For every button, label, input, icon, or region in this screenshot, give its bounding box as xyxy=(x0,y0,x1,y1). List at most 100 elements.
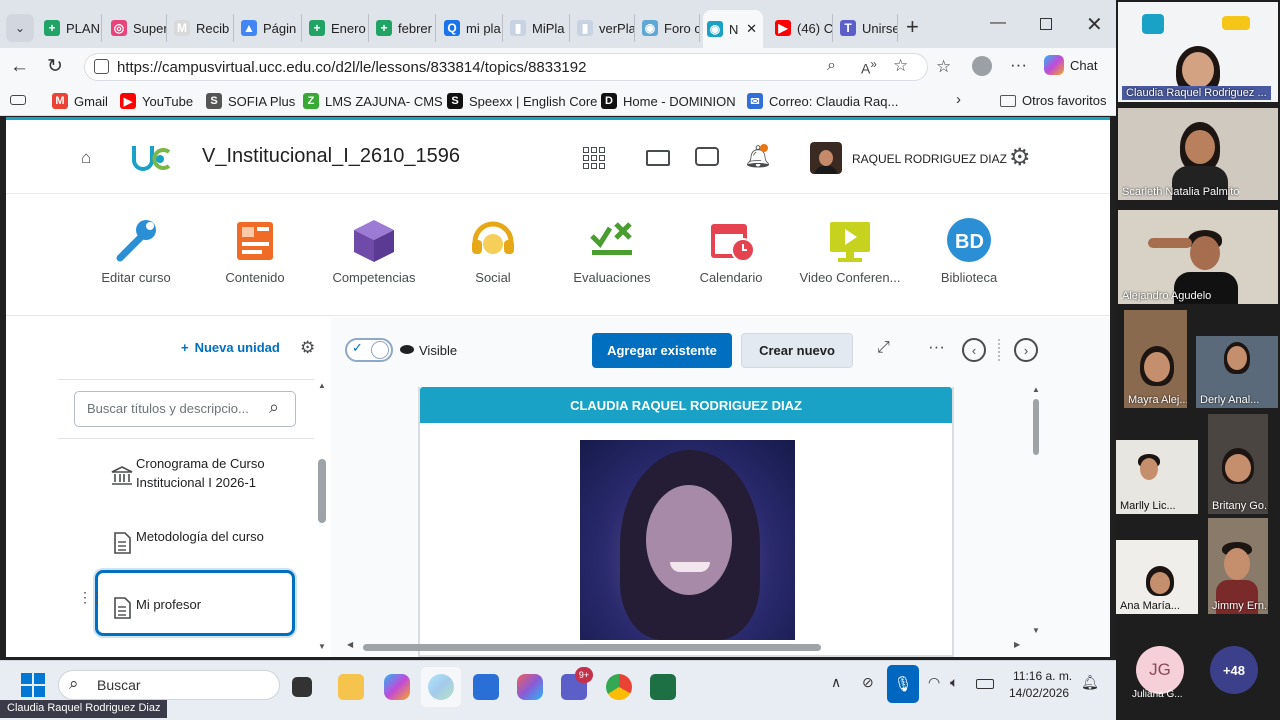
participant-initials-avatar[interactable]: JG xyxy=(1136,646,1184,694)
scroll-down-arrow[interactable]: ▼ xyxy=(318,642,326,651)
bookmark-item[interactable]: D Home - DOMINION xyxy=(601,93,736,109)
browser-tab[interactable]: ▮ verPla xyxy=(573,14,635,42)
user-name[interactable]: RAQUEL RODRIGUEZ DIAZ xyxy=(852,152,1007,166)
scroll-up-arrow[interactable]: ▲ xyxy=(318,381,326,390)
more-menu-icon[interactable]: ··· xyxy=(1010,55,1027,75)
browser-tab[interactable]: Qmi pla xyxy=(440,14,503,42)
site-info-icon[interactable] xyxy=(94,59,109,74)
h-scroll-right[interactable]: ▶ xyxy=(1014,640,1020,649)
browser-tab[interactable]: + PLAN xyxy=(40,14,102,42)
ucc-logo[interactable] xyxy=(131,142,171,176)
fullscreen-icon[interactable]: ⤢ xyxy=(877,339,890,357)
participant-tile[interactable]: Mayra Alej... xyxy=(1124,310,1187,408)
wifi-icon[interactable]: ◠ xyxy=(928,674,940,691)
add-existing-button[interactable]: Agregar existente xyxy=(592,333,732,368)
notification-center-icon[interactable]: 🔔︎ xyxy=(1081,674,1099,691)
tab-list-button[interactable]: ⌄ xyxy=(6,14,34,42)
mail-icon[interactable] xyxy=(646,150,670,166)
bookmark-item[interactable]: M Gmail xyxy=(52,93,108,109)
back-icon[interactable]: ← xyxy=(10,56,29,78)
volume-icon[interactable]: 🔈︎ xyxy=(950,674,958,691)
browser-tab[interactable]: + febrer xyxy=(372,14,436,42)
reload-icon[interactable]: ↻ xyxy=(47,55,63,78)
taskbar-search[interactable]: ⌕ Buscar xyxy=(58,670,280,700)
location-off-icon[interactable]: ⊘ xyxy=(862,674,874,691)
browser-tab[interactable]: ◉ Foro c xyxy=(638,14,700,42)
participant-tile[interactable]: Britany Go... xyxy=(1208,414,1268,514)
content-scroll-up[interactable]: ▲ xyxy=(1032,385,1040,394)
previous-topic-button[interactable]: ‹ xyxy=(962,338,986,362)
other-favorites[interactable]: Otros favoritos xyxy=(1000,93,1107,108)
drag-handle-icon[interactable]: ⋮⋮ xyxy=(78,589,104,606)
nav-item[interactable]: Video Conferen... xyxy=(790,214,910,285)
home-icon[interactable]: ⌂ xyxy=(81,148,91,168)
participant-tile[interactable]: Claudia Raquel Rodriguez ... xyxy=(1118,2,1278,102)
task-view-icon[interactable] xyxy=(292,677,312,697)
bookmark-item[interactable]: S SOFIA Plus xyxy=(206,93,295,109)
restore-button[interactable] xyxy=(1040,18,1052,30)
participant-tile[interactable]: Ana María... xyxy=(1116,540,1198,614)
content-scroll-down[interactable]: ▼ xyxy=(1032,626,1040,635)
copilot-app-icon[interactable] xyxy=(384,674,410,700)
content-scrollbar[interactable] xyxy=(1033,399,1039,455)
close-window-button[interactable]: ✕ xyxy=(1086,12,1103,37)
copilot-chat-button[interactable]: Chat xyxy=(1044,55,1097,75)
clock-time[interactable]: 11:16 a. m. xyxy=(1013,669,1072,683)
nav-item[interactable]: BD Biblioteca xyxy=(909,214,1029,285)
user-avatar[interactable] xyxy=(810,142,842,174)
browser-tab[interactable]: T Unirse xyxy=(836,14,898,42)
messages-icon[interactable] xyxy=(695,147,719,166)
minimize-button[interactable]: — xyxy=(990,14,1006,32)
browser-tab[interactable]: ◉ N ✕ xyxy=(703,10,763,48)
nav-item[interactable]: Calendario xyxy=(671,214,791,285)
participant-tile[interactable]: Jimmy Ern... xyxy=(1208,518,1268,614)
new-tab-button[interactable]: + xyxy=(906,14,919,40)
bookmark-item[interactable]: Z LMS ZAJUNA- CMS xyxy=(303,93,443,109)
browser-tab[interactable]: ▶ (46) C xyxy=(771,14,833,42)
participant-tile[interactable]: Derly Anal... xyxy=(1196,336,1278,408)
chrome-icon[interactable] xyxy=(606,674,632,700)
participant-tile[interactable]: Marlly Lic... xyxy=(1116,440,1198,514)
microphone-icon[interactable]: 🎙︎ xyxy=(887,665,919,703)
close-tab-icon[interactable]: ✕ xyxy=(746,21,757,37)
excel-icon[interactable] xyxy=(650,674,676,700)
file-explorer-icon[interactable] xyxy=(338,674,364,700)
windows-start-icon[interactable] xyxy=(21,673,45,697)
nav-item[interactable]: Evaluaciones xyxy=(552,214,672,285)
m365-icon[interactable] xyxy=(517,674,543,700)
toc-item[interactable]: Cronograma de Curso Institucional I 2026-… xyxy=(136,454,265,492)
sidebar-scrollbar[interactable] xyxy=(318,459,326,523)
profile-avatar[interactable] xyxy=(972,56,992,76)
h-scroll-left[interactable]: ◀ xyxy=(347,640,353,649)
search-input[interactable]: Buscar títulos y descripcio... xyxy=(74,391,296,427)
browser-tab[interactable]: M Recib xyxy=(170,14,234,42)
new-unit-button[interactable]: + Nueva unidad xyxy=(181,340,280,355)
zoom-icon[interactable]: ⌕ xyxy=(827,57,836,75)
participant-tile[interactable]: Scarleth Natalia Palmito xyxy=(1118,108,1278,200)
nav-item[interactable]: Contenido xyxy=(195,214,315,285)
settings-gear-icon[interactable]: ⚙ xyxy=(1009,143,1031,172)
create-new-button[interactable]: Crear nuevo xyxy=(741,333,853,368)
bookmark-item[interactable]: ✉ Correo: Claudia Raq... xyxy=(747,93,898,109)
more-options-icon[interactable]: ··· xyxy=(928,337,945,357)
favorites-icon[interactable]: ☆ xyxy=(936,57,951,77)
nav-item[interactable]: Social xyxy=(433,214,553,285)
toc-item[interactable]: Mi profesor xyxy=(136,595,201,614)
bookmark-item[interactable]: ▶ YouTube xyxy=(120,93,193,109)
participant-tile[interactable]: Alejandro Agudelo xyxy=(1118,210,1278,304)
read-aloud-icon[interactable]: A» xyxy=(861,58,877,77)
nav-item[interactable]: Editar curso xyxy=(76,214,196,285)
course-selector-icon[interactable] xyxy=(583,147,605,169)
horizontal-scrollbar[interactable] xyxy=(363,644,821,651)
bookmark-item[interactable]: S Speexx | English Core xyxy=(447,93,597,109)
nav-item[interactable]: Competencias xyxy=(314,214,434,285)
browser-tab[interactable]: ▲ Págin xyxy=(237,14,302,42)
browser-tab[interactable]: ◎ Super xyxy=(107,14,167,42)
sidebar-settings-icon[interactable]: ⚙ xyxy=(300,338,315,358)
clock-date[interactable]: 14/02/2026 xyxy=(1009,686,1069,700)
more-participants-button[interactable]: +48 xyxy=(1210,646,1258,694)
store-icon[interactable] xyxy=(473,674,499,700)
browser-tab[interactable]: + Enero xyxy=(305,14,369,42)
course-title[interactable]: V_Institucional_I_2610_1596 xyxy=(202,145,460,168)
favorite-star-icon[interactable]: ☆ xyxy=(893,56,908,76)
